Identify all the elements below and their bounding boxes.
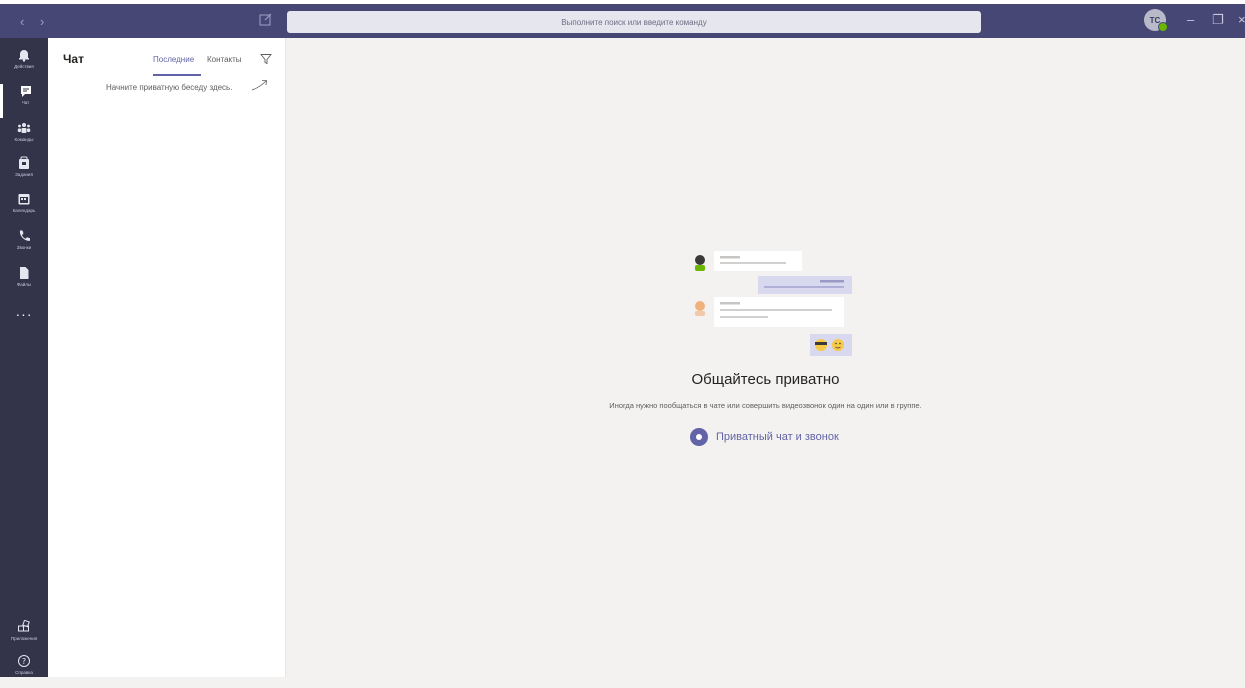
tab-recent[interactable]: Последние xyxy=(153,55,194,64)
search-placeholder: Выполните поиск или введите команду xyxy=(561,17,707,27)
avatar[interactable]: TC xyxy=(1144,9,1168,32)
teams-icon xyxy=(17,123,31,133)
rail-label-help: Справка xyxy=(15,670,33,675)
active-tab-indicator xyxy=(153,74,201,76)
rail-item-files[interactable]: Файлы xyxy=(0,266,48,300)
rail-item-calendar[interactable]: Календарь xyxy=(0,192,48,226)
chat-illustration xyxy=(695,251,852,356)
rail-label-assignments: Задания xyxy=(15,172,33,177)
title-bar: ‹ › Выполните поиск или введите команду … xyxy=(0,0,1245,38)
bell-icon xyxy=(19,50,29,62)
restore-icon[interactable]: ❐ xyxy=(1212,12,1224,28)
empty-chat-hint: Начните приватную беседу здесь. xyxy=(106,83,233,92)
rail-item-help[interactable]: ? Справка xyxy=(0,654,48,688)
rail-item-activity[interactable]: Действия xyxy=(0,48,48,82)
chat-list-panel: Чат Последние Контакты Начните приватную… xyxy=(48,38,286,677)
back-forward-buttons[interactable]: ‹ › xyxy=(20,14,50,29)
arrow-up-right-icon xyxy=(251,80,267,91)
rail-label-apps: Приложения xyxy=(10,636,38,641)
minimize-icon[interactable]: – xyxy=(1187,12,1194,27)
assignments-icon xyxy=(19,156,29,169)
rail-item-teams[interactable]: Команды xyxy=(0,121,48,155)
help-icon: ? xyxy=(18,655,30,667)
rail-item-apps[interactable]: Приложения xyxy=(0,620,48,654)
file-icon xyxy=(20,267,29,279)
top-edge xyxy=(0,0,1245,4)
chat-icon xyxy=(20,86,31,97)
search-input[interactable]: Выполните поиск или введите команду xyxy=(287,11,981,33)
rail-item-assignments[interactable]: Задания xyxy=(0,156,48,190)
filter-icon[interactable] xyxy=(260,53,272,65)
rail-item-chat[interactable]: Чат xyxy=(0,84,48,118)
svg-text:?: ? xyxy=(22,657,26,666)
private-chat-call-label: Приватный чат и звонок xyxy=(716,431,839,443)
phone-icon xyxy=(19,230,30,241)
page-title: Чат xyxy=(63,52,84,66)
app-rail: Действия Чат Команды Задания Календарь З… xyxy=(0,38,48,677)
tab-contacts[interactable]: Контакты xyxy=(207,55,242,64)
new-chat-icon[interactable] xyxy=(259,12,273,26)
rail-item-calls[interactable]: Звонки xyxy=(0,229,48,263)
rail-label-chat: Чат xyxy=(21,100,30,105)
apps-icon xyxy=(18,620,30,632)
main-content: Общайтесь приватно Иногда нужно пообщать… xyxy=(286,38,1245,677)
rail-label-files: Файлы xyxy=(16,282,32,287)
close-icon[interactable]: × xyxy=(1238,12,1245,27)
private-chat-call-button[interactable]: Приватный чат и звонок xyxy=(690,427,839,447)
empty-state-description: Иногда нужно пообщаться в чате или совер… xyxy=(609,401,922,410)
rail-label-calls: Звонки xyxy=(16,245,32,250)
calendar-icon xyxy=(18,194,30,205)
rail-label-calendar: Календарь xyxy=(12,208,36,213)
empty-state-title: Общайтесь приватно xyxy=(691,371,840,388)
presence-status-icon xyxy=(1158,22,1168,32)
rail-label-activity: Действия xyxy=(14,64,34,69)
rail-label-teams: Команды xyxy=(14,137,34,142)
more-apps-button[interactable]: ··· xyxy=(0,306,48,322)
add-chat-icon xyxy=(690,428,708,446)
